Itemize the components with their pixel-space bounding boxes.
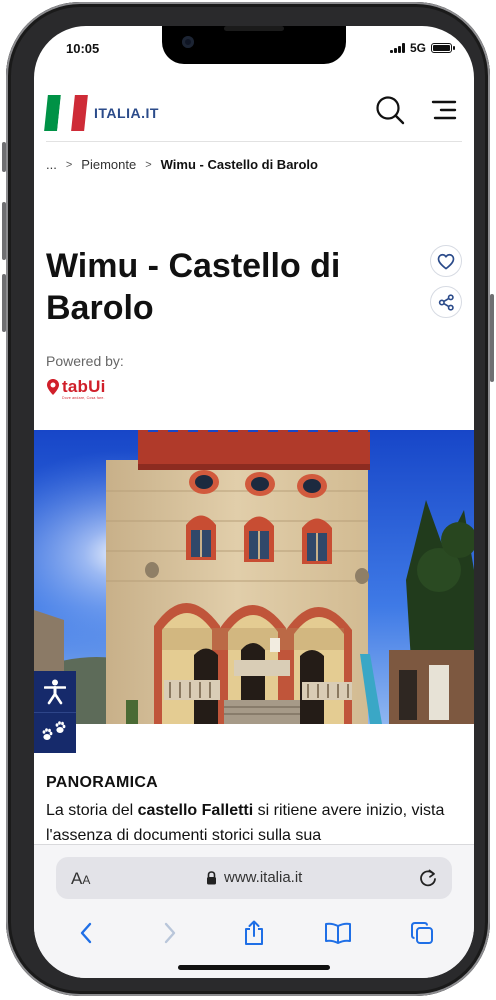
volume-down-button bbox=[2, 274, 6, 332]
tabs-icon bbox=[411, 922, 433, 944]
cellular-signal-icon bbox=[389, 43, 405, 53]
menu-icon bbox=[431, 100, 457, 120]
power-button bbox=[490, 294, 494, 382]
section-title-panoramica: PANORAMICA bbox=[46, 774, 159, 791]
site-header: ITALIA.IT bbox=[34, 80, 474, 142]
reload-icon bbox=[420, 869, 436, 887]
silent-switch bbox=[2, 142, 6, 172]
paw-icon bbox=[42, 721, 66, 740]
breadcrumb-separator: > bbox=[145, 158, 152, 171]
powered-by-label: Powered by: bbox=[46, 353, 124, 369]
partner-name: tabUi bbox=[62, 377, 106, 396]
pet-friendly-button[interactable] bbox=[34, 712, 76, 753]
search-icon bbox=[376, 96, 405, 125]
address-bar[interactable]: AA www.italia.it bbox=[56, 857, 452, 899]
notch bbox=[162, 26, 346, 64]
search-button[interactable] bbox=[374, 94, 406, 126]
logo-text: ITALIA.IT bbox=[94, 105, 159, 121]
paragraph-bold: castello Falletti bbox=[137, 802, 254, 819]
reload-button[interactable] bbox=[418, 868, 438, 893]
bookmarks-icon bbox=[325, 922, 351, 944]
bookmarks-button[interactable] bbox=[316, 913, 360, 953]
favorite-button[interactable] bbox=[430, 245, 462, 277]
breadcrumb-current: Wimu - Castello di Barolo bbox=[160, 157, 318, 172]
url-display[interactable]: www.italia.it bbox=[206, 869, 302, 886]
portico bbox=[154, 603, 352, 724]
accessibility-button[interactable] bbox=[34, 671, 76, 712]
url-text: www.italia.it bbox=[224, 869, 303, 886]
lock-icon bbox=[207, 870, 216, 884]
overview-paragraph: La storia del castello Falletti si ritie… bbox=[46, 798, 466, 848]
italian-flag-icon bbox=[44, 95, 88, 131]
breadcrumb: ... > Piemonte > Wimu - Castello di Baro… bbox=[46, 157, 318, 172]
forward-icon bbox=[164, 922, 176, 944]
volume-up-button bbox=[2, 202, 6, 260]
front-camera bbox=[182, 36, 194, 48]
phone-frame: 10:05 5G ITALIA.IT ... > Piemonte > Wimu… bbox=[2, 2, 494, 996]
page-title: Wimu - Castello di Barolo bbox=[46, 247, 341, 327]
map-pin-icon bbox=[47, 379, 59, 395]
share-sheet-icon bbox=[245, 920, 263, 945]
speaker bbox=[224, 26, 284, 31]
battery-icon bbox=[431, 43, 455, 53]
paragraph-start: La storia del bbox=[46, 802, 138, 819]
safari-bottom-bar: AA www.italia.it bbox=[34, 844, 474, 978]
screen: 10:05 5G ITALIA.IT ... > Piemonte > Wimu… bbox=[34, 26, 474, 978]
site-logo[interactable]: ITALIA.IT bbox=[44, 95, 159, 131]
breadcrumb-item-piemonte[interactable]: Piemonte bbox=[81, 157, 136, 172]
breadcrumb-separator: > bbox=[65, 158, 73, 171]
partner-tagline: Dove andare, Cosa fare. bbox=[62, 396, 105, 400]
heart-icon bbox=[437, 253, 455, 269]
share-sheet-button[interactable] bbox=[232, 913, 276, 953]
home-indicator[interactable] bbox=[178, 965, 330, 970]
accessibility-icon bbox=[44, 679, 66, 704]
header-actions bbox=[374, 94, 460, 126]
back-icon bbox=[80, 922, 92, 944]
status-indicators: 5G bbox=[389, 41, 455, 55]
castle bbox=[106, 430, 382, 724]
menu-button[interactable] bbox=[428, 94, 460, 126]
hero-image-castello-barolo bbox=[34, 430, 474, 724]
share-button[interactable] bbox=[430, 286, 462, 318]
back-button[interactable] bbox=[64, 913, 108, 953]
castle-photo bbox=[34, 430, 474, 724]
forward-button[interactable] bbox=[148, 913, 192, 953]
accessibility-toolbar bbox=[34, 671, 76, 753]
tabs-button[interactable] bbox=[400, 913, 444, 953]
header-divider bbox=[46, 141, 462, 142]
share-icon bbox=[438, 293, 454, 311]
status-time: 10:05 bbox=[66, 41, 100, 56]
breadcrumb-ellipsis[interactable]: ... bbox=[46, 157, 57, 172]
network-type: 5G bbox=[409, 41, 426, 55]
browser-toolbar bbox=[34, 913, 474, 953]
partner-logo[interactable]: tabUi Dove andare, Cosa fare. bbox=[46, 378, 106, 400]
reader-settings-button[interactable]: AA bbox=[71, 869, 90, 889]
